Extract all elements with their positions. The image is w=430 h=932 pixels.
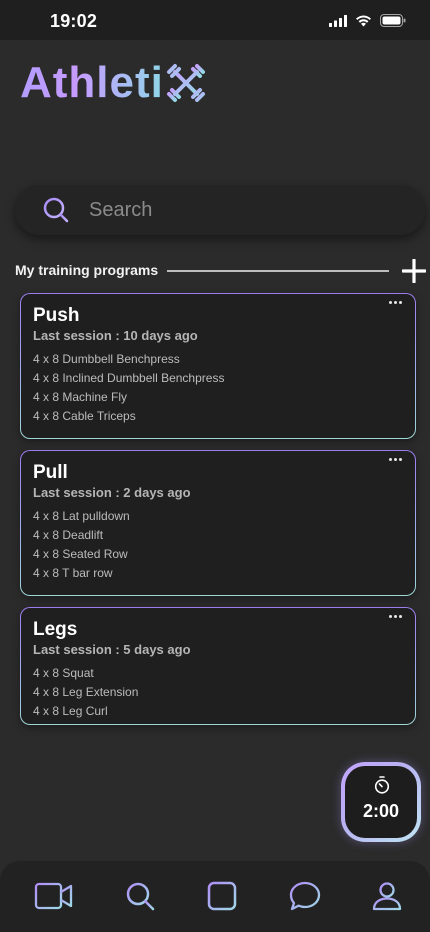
program-title: Pull <box>33 462 68 483</box>
exercise-item: 4 x 8 Seated Row <box>33 547 128 561</box>
program-title: Legs <box>33 619 78 640</box>
exercise-item: 4 x 8 Machine Fly <box>33 390 128 404</box>
program-last-session: Last session : 2 days ago <box>33 485 191 500</box>
search-input[interactable] <box>87 197 391 223</box>
search-icon <box>43 197 69 223</box>
tab-search[interactable] <box>120 879 160 913</box>
rest-timer-button[interactable]: 2:00 <box>341 762 421 842</box>
video-camera-icon <box>34 882 73 910</box>
exercise-item: 4 x 8 Cable Triceps <box>33 409 136 423</box>
program-card-pull[interactable]: Pull Last session : 2 days ago 4 x 8 Lat… <box>20 450 416 596</box>
signal-icon <box>329 14 347 27</box>
program-card-legs[interactable]: Legs Last session : 5 days ago 4 x 8 Squ… <box>20 607 416 725</box>
program-last-session: Last session : 10 days ago <box>33 328 198 343</box>
status-bar: 19:02 <box>0 0 430 40</box>
profile-icon <box>372 882 402 911</box>
program-last-session: Last session : 5 days ago <box>33 642 191 657</box>
logo-text: Athleti <box>20 58 164 107</box>
program-title: Push <box>33 305 80 326</box>
battery-icon <box>380 14 406 27</box>
section-title: My training programs <box>15 262 159 278</box>
bottom-tab-bar <box>0 861 430 932</box>
exercise-item: 4 x 8 Leg Extension <box>33 685 139 699</box>
app-logo: Athleti <box>20 58 206 108</box>
program-card-push[interactable]: Push Last session : 10 days ago 4 x 8 Du… <box>20 293 416 439</box>
add-square-icon <box>207 881 237 911</box>
timer-value: 2:00 <box>362 801 400 821</box>
more-options-icon[interactable] <box>389 611 407 621</box>
tab-video[interactable] <box>34 879 74 913</box>
status-icons <box>329 14 406 27</box>
exercise-item: 4 x 8 Leg Curl <box>33 704 108 718</box>
stopwatch-icon <box>374 776 390 794</box>
exercise-item: 4 x 8 Deadlift <box>33 528 104 542</box>
section-divider <box>167 270 389 272</box>
tab-profile[interactable] <box>367 879 407 913</box>
exercise-item: 4 x 8 Lat pulldown <box>33 509 130 523</box>
crossed-dumbbells-icon <box>166 64 205 102</box>
chat-bubble-icon <box>289 881 321 911</box>
search-icon <box>126 882 155 911</box>
exercise-item: 4 x 8 Inclined Dumbbell Benchpress <box>33 371 225 385</box>
tab-add[interactable] <box>202 879 242 913</box>
wifi-icon <box>356 15 371 26</box>
exercise-item: 4 x 8 T bar row <box>33 566 113 580</box>
exercise-item: 4 x 8 Squat <box>33 666 94 680</box>
more-options-icon[interactable] <box>389 297 407 307</box>
more-options-icon[interactable] <box>389 454 407 464</box>
section-header: My training programs <box>15 259 426 283</box>
status-time: 19:02 <box>50 11 98 31</box>
search-bar[interactable] <box>15 185 425 235</box>
tab-chat[interactable] <box>285 879 325 913</box>
exercise-item: 4 x 8 Dumbbell Benchpress <box>33 352 180 366</box>
add-program-button[interactable] <box>402 259 426 283</box>
